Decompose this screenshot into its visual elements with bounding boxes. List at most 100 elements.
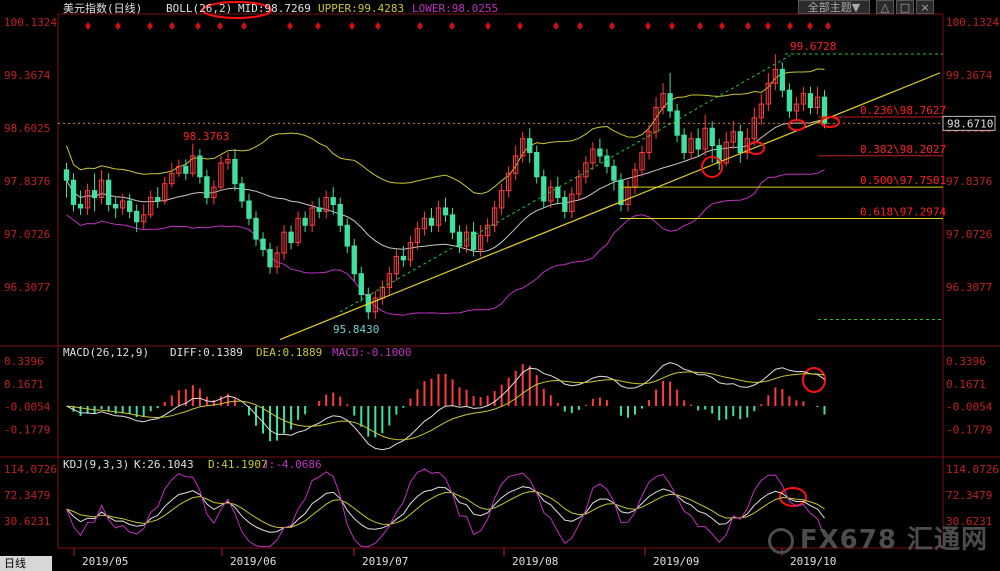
candle-body [288,231,294,244]
event-marker [485,22,491,30]
kdj-y-tick: 72.3479 [4,489,50,502]
high-price-label: 99.6728 [790,40,836,53]
candle-body [330,197,336,205]
candle-body [239,183,245,202]
close-button[interactable]: × [916,0,934,14]
candle-body [681,134,687,154]
event-marker [517,22,523,30]
x-tick-label: 2019/06 [230,555,276,568]
x-tick-label: 2019/10 [790,555,836,568]
candle-body [246,200,252,219]
y-tick-label: 97.0726 [946,228,992,241]
period-tab-daily[interactable]: 日线 [0,556,52,571]
macd-y-tick: -0.1779 [946,424,992,437]
event-marker [825,22,831,30]
event-marker [417,22,423,30]
y-tick-label: 96.3077 [946,281,992,294]
candle-body [534,152,540,178]
event-marker [375,22,381,30]
candle-body [527,138,533,154]
kdj-y-tick: 114.0726 [946,463,999,476]
annotation-circle [779,487,807,507]
candle-body [449,214,456,233]
candle-body [442,207,449,216]
low-price-label: 95.8430 [333,323,379,336]
macd-diff-value: DIFF:0.1389 [170,346,243,359]
candle-body [63,169,70,181]
candle-body [316,207,322,212]
y-tick-label: 99.3674 [946,69,993,82]
candle-body [183,165,189,174]
y-tick-label: 100.1324 [946,16,999,29]
boll-lower-line [66,169,825,316]
candle-body [253,217,259,240]
event-marker [765,22,771,30]
candle-body [358,273,364,296]
trendline [279,72,941,341]
kdj-d-value: D:41.1907 [208,458,268,471]
candle-body [260,238,266,250]
candle-body [611,165,617,181]
symbol-title: 美元指数(日线) [63,1,142,15]
candle-body [77,203,84,209]
kdj-y-tick: 114.0726 [4,463,57,476]
macd-y-tick: 0.3396 [946,355,986,368]
watermark: FX678 汇通网 [767,519,988,556]
macd-title: MACD(26,12,9) [63,346,149,359]
candle-body [112,203,119,209]
candle-body [267,248,273,268]
x-tick-label: 2019/09 [653,555,699,568]
minimize-button[interactable]: △ [876,0,894,14]
candle-body [779,68,786,91]
candle-body [351,245,357,275]
candle-body [70,179,77,205]
candle-body [786,89,793,112]
kdj-d-line [66,491,825,529]
event-marker [85,22,91,30]
kdj-y-tick: 30.6231 [4,515,50,528]
local-high-label: 98.3763 [183,130,229,143]
candle-body [197,155,203,178]
watermark-logo-icon [767,527,794,554]
y-tick-label: 97.0726 [4,228,50,241]
boll-upper-value: UPPER:99.4283 [318,2,404,15]
event-marker [745,22,751,30]
kdj-j-value: J:-4.0686 [262,458,322,471]
candle-body [126,200,133,212]
candle-body [456,231,463,247]
annotation-circle [747,141,765,155]
candle-body [302,217,308,226]
candle-body [604,155,610,167]
watermark-text: FX678 汇通网 [799,525,988,555]
x-tick-label: 2019/08 [512,555,558,568]
candle-body [428,217,435,226]
fib-level-label: 0.618\97.2974 [860,206,946,219]
macd-y-tick: 0.1671 [4,378,44,391]
candle-body [337,203,343,226]
candle-body [204,176,210,199]
candle-body [667,93,673,112]
event-marker [697,22,703,30]
macd-y-tick: -0.0054 [946,401,993,414]
kdj-k-value: K:26.1043 [134,458,194,471]
fib-level-label: 0.382\98.2027 [860,143,946,156]
event-marker [449,22,455,30]
theme-select[interactable]: 全部主题▼ [798,0,870,14]
event-marker [807,22,813,30]
y-tick-label: 96.3077 [4,281,50,294]
y-tick-label: 98.6025 [4,122,50,135]
candle-body [541,176,547,202]
event-marker [669,22,675,30]
macd-dea-value: DEA:0.1889 [256,346,322,359]
candle-body [155,197,161,202]
stock-chart[interactable]: 0.236\98.7627 0.382\98.2027 0.500\97.7501 0… [0,0,1000,571]
event-marker [217,22,223,30]
y-tick-label: 97.8376 [4,175,50,188]
candle-body [695,138,701,150]
indicator-name: BOLL(26,2) [166,2,232,15]
macd-y-tick: 0.1671 [946,378,986,391]
candle-body [134,210,140,223]
maximize-button[interactable]: □ [896,0,914,14]
macd-y-tick: -0.0054 [4,401,51,414]
candle-body [400,255,407,261]
